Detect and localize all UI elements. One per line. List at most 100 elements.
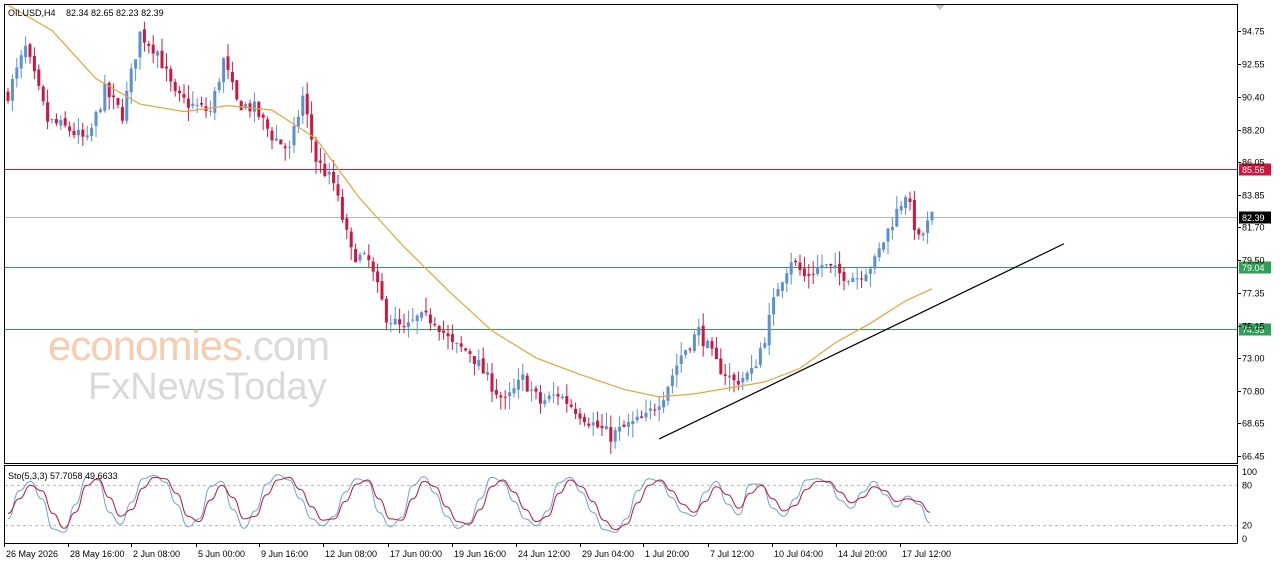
candle-body bbox=[332, 171, 336, 184]
candle-body bbox=[28, 44, 32, 57]
candle-body bbox=[186, 98, 190, 108]
candle-body bbox=[345, 218, 349, 230]
candle-body bbox=[411, 319, 415, 321]
candle-body bbox=[710, 340, 714, 349]
stoch-pane-frame bbox=[4, 465, 1238, 544]
candle-body bbox=[450, 334, 454, 342]
candle-body bbox=[596, 420, 600, 428]
candle-body bbox=[151, 44, 155, 54]
candle-body bbox=[398, 319, 402, 325]
candle-body bbox=[824, 264, 828, 266]
candle-body bbox=[838, 263, 842, 274]
chart-svg[interactable]: 85.5682.3979.0474.93 94.7592.5590.4088.2… bbox=[0, 0, 1280, 567]
candle-body bbox=[736, 380, 740, 385]
candle-body bbox=[112, 95, 116, 98]
candle-body bbox=[855, 278, 859, 280]
candle-body bbox=[455, 343, 459, 345]
candle-body bbox=[877, 248, 881, 258]
candle-body bbox=[380, 281, 384, 300]
candle-body bbox=[164, 66, 168, 69]
candle-body bbox=[750, 368, 754, 374]
x-tick-label: 5 Jun 00:00 bbox=[198, 549, 245, 559]
candle-body bbox=[930, 211, 934, 221]
candle-body bbox=[6, 91, 10, 101]
x-tick-label: 1 Jul 20:00 bbox=[645, 549, 689, 559]
candle-body bbox=[688, 348, 692, 350]
candle-body bbox=[912, 200, 916, 231]
stoch-label: Sto(5,3,3) 57.7058 49.6633 bbox=[8, 471, 118, 481]
candle-body bbox=[692, 334, 696, 351]
candle-body bbox=[239, 101, 243, 111]
candle-body bbox=[512, 388, 516, 394]
candle-body bbox=[376, 271, 380, 283]
chart[interactable]: 85.56 82.39 79.04 74.93 94.75 92.55 90.40 88.2… bbox=[0, 0, 1280, 567]
candle-body bbox=[490, 373, 494, 392]
candle-body bbox=[904, 197, 908, 208]
candle-body bbox=[235, 80, 239, 100]
level-tag-label: 82.39 bbox=[1242, 213, 1265, 223]
candle-body bbox=[890, 226, 894, 231]
candle-body bbox=[371, 261, 375, 272]
candle-body bbox=[468, 351, 472, 354]
candle-body bbox=[270, 130, 274, 141]
candle-body bbox=[94, 111, 98, 126]
candle-body bbox=[222, 58, 226, 83]
x-tick-label: 2 Jun 08:00 bbox=[133, 549, 180, 559]
candle-body bbox=[85, 135, 89, 138]
candle-body bbox=[433, 323, 437, 325]
candle-body bbox=[129, 68, 133, 93]
candle-body bbox=[327, 171, 331, 175]
stoch-y-tick-label: 20 bbox=[1242, 521, 1252, 531]
x-tick-label: 17 Jun 00:00 bbox=[390, 549, 442, 559]
candle-body bbox=[882, 242, 886, 250]
candle-body bbox=[578, 413, 582, 419]
candle-body bbox=[76, 129, 80, 136]
candle-body bbox=[156, 51, 160, 56]
candle-body bbox=[226, 56, 230, 70]
candle-body bbox=[200, 103, 204, 105]
candle-body bbox=[609, 427, 613, 442]
candle-body bbox=[754, 366, 758, 369]
candle-body bbox=[728, 375, 732, 378]
candle-body bbox=[648, 408, 652, 411]
candle-body bbox=[899, 205, 903, 211]
candle-body bbox=[103, 83, 107, 111]
candle-body bbox=[362, 253, 366, 255]
candle-body bbox=[279, 139, 283, 145]
candle-body bbox=[472, 355, 476, 365]
candle-body bbox=[72, 130, 76, 136]
candle-body bbox=[384, 298, 388, 323]
candle-body bbox=[538, 392, 542, 404]
candle-body bbox=[640, 416, 644, 418]
candle-body bbox=[706, 340, 710, 349]
candle-body bbox=[283, 146, 287, 149]
candle-body bbox=[32, 56, 36, 72]
candle-body bbox=[274, 138, 278, 141]
candle-body bbox=[10, 79, 14, 101]
candle-body bbox=[565, 396, 569, 404]
candle-body bbox=[389, 323, 393, 325]
candle-body bbox=[591, 422, 595, 426]
candle-body bbox=[653, 409, 657, 411]
candle-body bbox=[851, 277, 855, 283]
candle-body bbox=[481, 358, 485, 374]
candle-body bbox=[516, 379, 520, 390]
candle-body bbox=[833, 265, 837, 268]
candle-body bbox=[679, 355, 683, 365]
candle-body bbox=[908, 198, 912, 202]
candle-body bbox=[600, 426, 604, 429]
candle-body bbox=[46, 102, 50, 122]
candle-body bbox=[732, 374, 736, 381]
candle-body bbox=[147, 43, 151, 46]
candle-body bbox=[169, 68, 173, 82]
candle-body bbox=[921, 233, 925, 236]
candle-body bbox=[420, 312, 424, 318]
x-tick-label: 29 Jun 04:00 bbox=[582, 549, 634, 559]
main-pane-frame bbox=[4, 4, 1238, 464]
candle-body bbox=[486, 371, 490, 375]
y-tick-label: 66.45 bbox=[1242, 452, 1265, 462]
candle-body bbox=[644, 412, 648, 418]
candle-body bbox=[569, 404, 573, 407]
x-tick-label: 19 Jun 16:00 bbox=[454, 549, 506, 559]
candle-body bbox=[437, 326, 441, 333]
